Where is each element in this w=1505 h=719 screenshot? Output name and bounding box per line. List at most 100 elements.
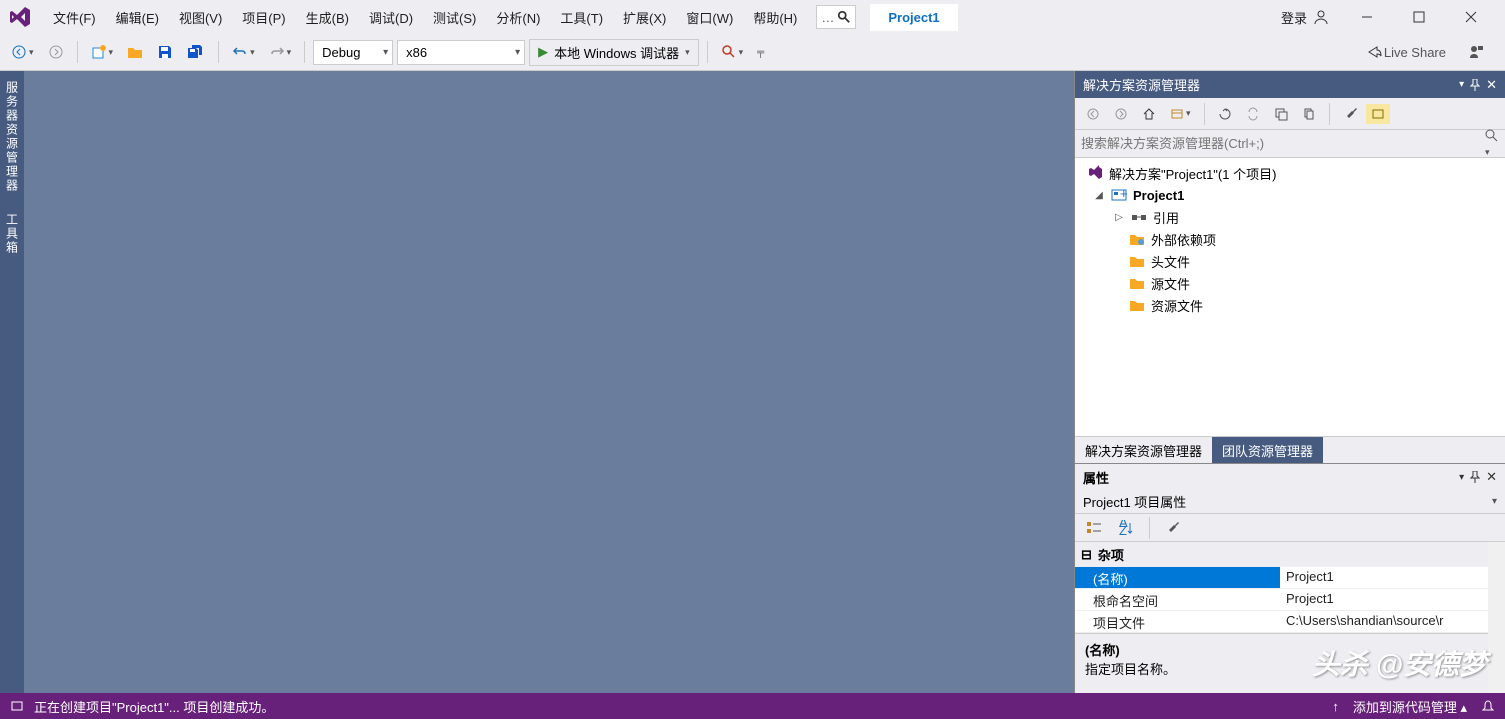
tree-project-label: Project1 [1133, 188, 1184, 203]
prop-root-value[interactable]: Project1 [1280, 589, 1488, 610]
feedback-button[interactable] [1463, 41, 1489, 63]
start-debug-button[interactable]: ▶ 本地 Windows 调试器 ▾ [529, 39, 699, 66]
pin-icon[interactable] [1470, 79, 1480, 91]
se-switch-views-button[interactable]: ▾ [1165, 104, 1196, 124]
menu-help[interactable]: 帮助(H) [744, 3, 806, 32]
sign-in-label: 登录 [1281, 8, 1307, 27]
menu-view[interactable]: 视图(V) [170, 3, 231, 32]
solution-explorer-header: 解决方案资源管理器 ▾ ✕ [1075, 71, 1505, 98]
undo-button[interactable]: ▾ [227, 41, 260, 63]
close-icon[interactable]: ✕ [1486, 77, 1497, 93]
title-project-name: Project1 [870, 4, 957, 31]
properties-category[interactable]: ⊟杂项 [1075, 542, 1488, 567]
panel-dropdown-icon[interactable]: ▾ [1459, 472, 1464, 483]
live-share-label: Live Share [1384, 45, 1446, 60]
new-project-button[interactable]: ▾ [86, 41, 119, 63]
toolbar: ▾ ▾ ▾ ▾ Debug x86 ▶ 本地 Windows 调试器 ▾ ▾ ╤… [0, 34, 1505, 71]
save-button[interactable] [152, 41, 178, 63]
se-pending-changes-button[interactable] [1213, 104, 1237, 124]
menu-edit[interactable]: 编辑(E) [107, 3, 168, 32]
tree-external-deps-node[interactable]: 外部依赖项 [1075, 228, 1505, 250]
window-maximize-button[interactable] [1397, 2, 1441, 32]
expander-closed-icon[interactable]: ▷ [1113, 212, 1125, 223]
toolbox-tab[interactable]: 工具箱 [2, 207, 23, 261]
pin-icon[interactable] [1470, 471, 1480, 483]
tree-solution-node[interactable]: 解决方案"Project1"(1 个项目) [1075, 162, 1505, 184]
tab-team-explorer[interactable]: 团队资源管理器 [1212, 437, 1323, 463]
notifications-icon[interactable] [1481, 699, 1495, 713]
find-in-files-button[interactable]: ▾ [716, 41, 749, 63]
publish-icon[interactable]: ↑ [1332, 699, 1339, 714]
property-pages-button[interactable] [1160, 518, 1184, 538]
properties-title: 属性 [1083, 468, 1109, 487]
menu-analyze[interactable]: 分析(N) [487, 3, 549, 32]
menu-extensions[interactable]: 扩展(X) [614, 3, 675, 32]
window-close-button[interactable] [1449, 2, 1493, 32]
se-forward-button[interactable] [1109, 104, 1133, 124]
solution-tree: 解决方案"Project1"(1 个项目) ◢ ++ Project1 ▷ 引用… [1075, 158, 1505, 436]
alphabetical-button[interactable]: AZ [1113, 517, 1139, 539]
live-share-button[interactable]: Live Share [1361, 41, 1451, 63]
prop-name-value[interactable]: Project1 [1280, 567, 1488, 588]
properties-scrollbar[interactable] [1488, 542, 1505, 693]
left-dock: 服务器资源管理器 工具箱 [0, 71, 24, 693]
add-to-source-control[interactable]: 添加到源代码管理 ▴ [1353, 697, 1467, 716]
save-all-button[interactable] [182, 41, 210, 63]
prop-row-root-namespace[interactable]: 根命名空间 Project1 [1075, 589, 1488, 611]
tree-headers-node[interactable]: 头文件 [1075, 250, 1505, 272]
menu-tools[interactable]: 工具(T) [551, 3, 612, 32]
search-icon: ▾ [1485, 129, 1499, 158]
menu-window[interactable]: 窗口(W) [677, 3, 742, 32]
server-explorer-tab[interactable]: 服务器资源管理器 [2, 75, 23, 199]
tree-solution-label: 解决方案"Project1"(1 个项目) [1109, 164, 1276, 183]
close-icon[interactable]: ✕ [1486, 469, 1497, 485]
menu-build[interactable]: 生成(B) [297, 3, 358, 32]
toolbar-overflow-button[interactable]: ╤ [752, 44, 769, 61]
nav-forward-button[interactable] [43, 41, 69, 63]
solution-explorer-tabstrip: 解决方案资源管理器 团队资源管理器 [1075, 436, 1505, 463]
redo-button[interactable]: ▾ [264, 41, 297, 63]
folder-icon [1129, 298, 1145, 312]
folder-icon [1129, 254, 1145, 268]
window-minimize-button[interactable] [1345, 2, 1389, 32]
prop-row-name[interactable]: (名称) Project1 [1075, 567, 1488, 589]
menu-test[interactable]: 测试(S) [424, 3, 485, 32]
solution-explorer-search-input[interactable] [1081, 136, 1485, 151]
menu-project[interactable]: 项目(P) [233, 3, 294, 32]
panel-dropdown-icon[interactable]: ▾ [1459, 79, 1464, 90]
menu-debug[interactable]: 调试(D) [360, 3, 422, 32]
expander-open-icon[interactable]: ◢ [1093, 190, 1105, 201]
svg-text:Z: Z [1119, 523, 1127, 536]
solution-platform-combo[interactable]: x86 [397, 40, 525, 65]
se-preview-button[interactable] [1366, 104, 1390, 124]
properties-category-label: 杂项 [1098, 545, 1124, 564]
solution-explorer-search[interactable]: ▾ [1075, 130, 1505, 158]
sign-in-button[interactable]: 登录 [1273, 4, 1337, 31]
nav-back-button[interactable]: ▾ [6, 41, 39, 63]
se-sync-button[interactable] [1241, 104, 1265, 124]
se-show-all-files-button[interactable] [1297, 104, 1321, 124]
categorized-button[interactable] [1081, 517, 1107, 539]
tree-project-node[interactable]: ◢ ++ Project1 [1075, 184, 1505, 206]
open-file-button[interactable] [122, 42, 148, 62]
tab-solution-explorer[interactable]: 解决方案资源管理器 [1075, 437, 1212, 463]
se-collapse-all-button[interactable] [1269, 104, 1293, 124]
se-back-button[interactable] [1081, 104, 1105, 124]
prop-file-value[interactable]: C:\Users\shandian\source\r [1280, 611, 1488, 632]
chevron-down-icon: ▾ [685, 47, 690, 58]
tree-references-node[interactable]: ▷ 引用 [1075, 206, 1505, 228]
se-home-button[interactable] [1137, 104, 1161, 124]
tree-headers-label: 头文件 [1151, 252, 1190, 271]
share-icon [1366, 44, 1382, 60]
solution-config-combo[interactable]: Debug [313, 40, 393, 65]
external-deps-icon [1129, 232, 1145, 246]
quick-launch[interactable]: … [816, 5, 856, 29]
solution-explorer-toolbar: ▾ [1075, 98, 1505, 130]
properties-object-combo[interactable]: Project1 项目属性 ▾ [1075, 490, 1505, 514]
se-properties-button[interactable] [1338, 104, 1362, 124]
prop-row-project-file[interactable]: 项目文件 C:\Users\shandian\source\r [1075, 611, 1488, 633]
menu-file[interactable]: 文件(F) [44, 3, 105, 32]
right-dock: 解决方案资源管理器 ▾ ✕ ▾ ▾ [1074, 71, 1505, 693]
tree-sources-node[interactable]: 源文件 [1075, 272, 1505, 294]
tree-resources-node[interactable]: 资源文件 [1075, 294, 1505, 316]
